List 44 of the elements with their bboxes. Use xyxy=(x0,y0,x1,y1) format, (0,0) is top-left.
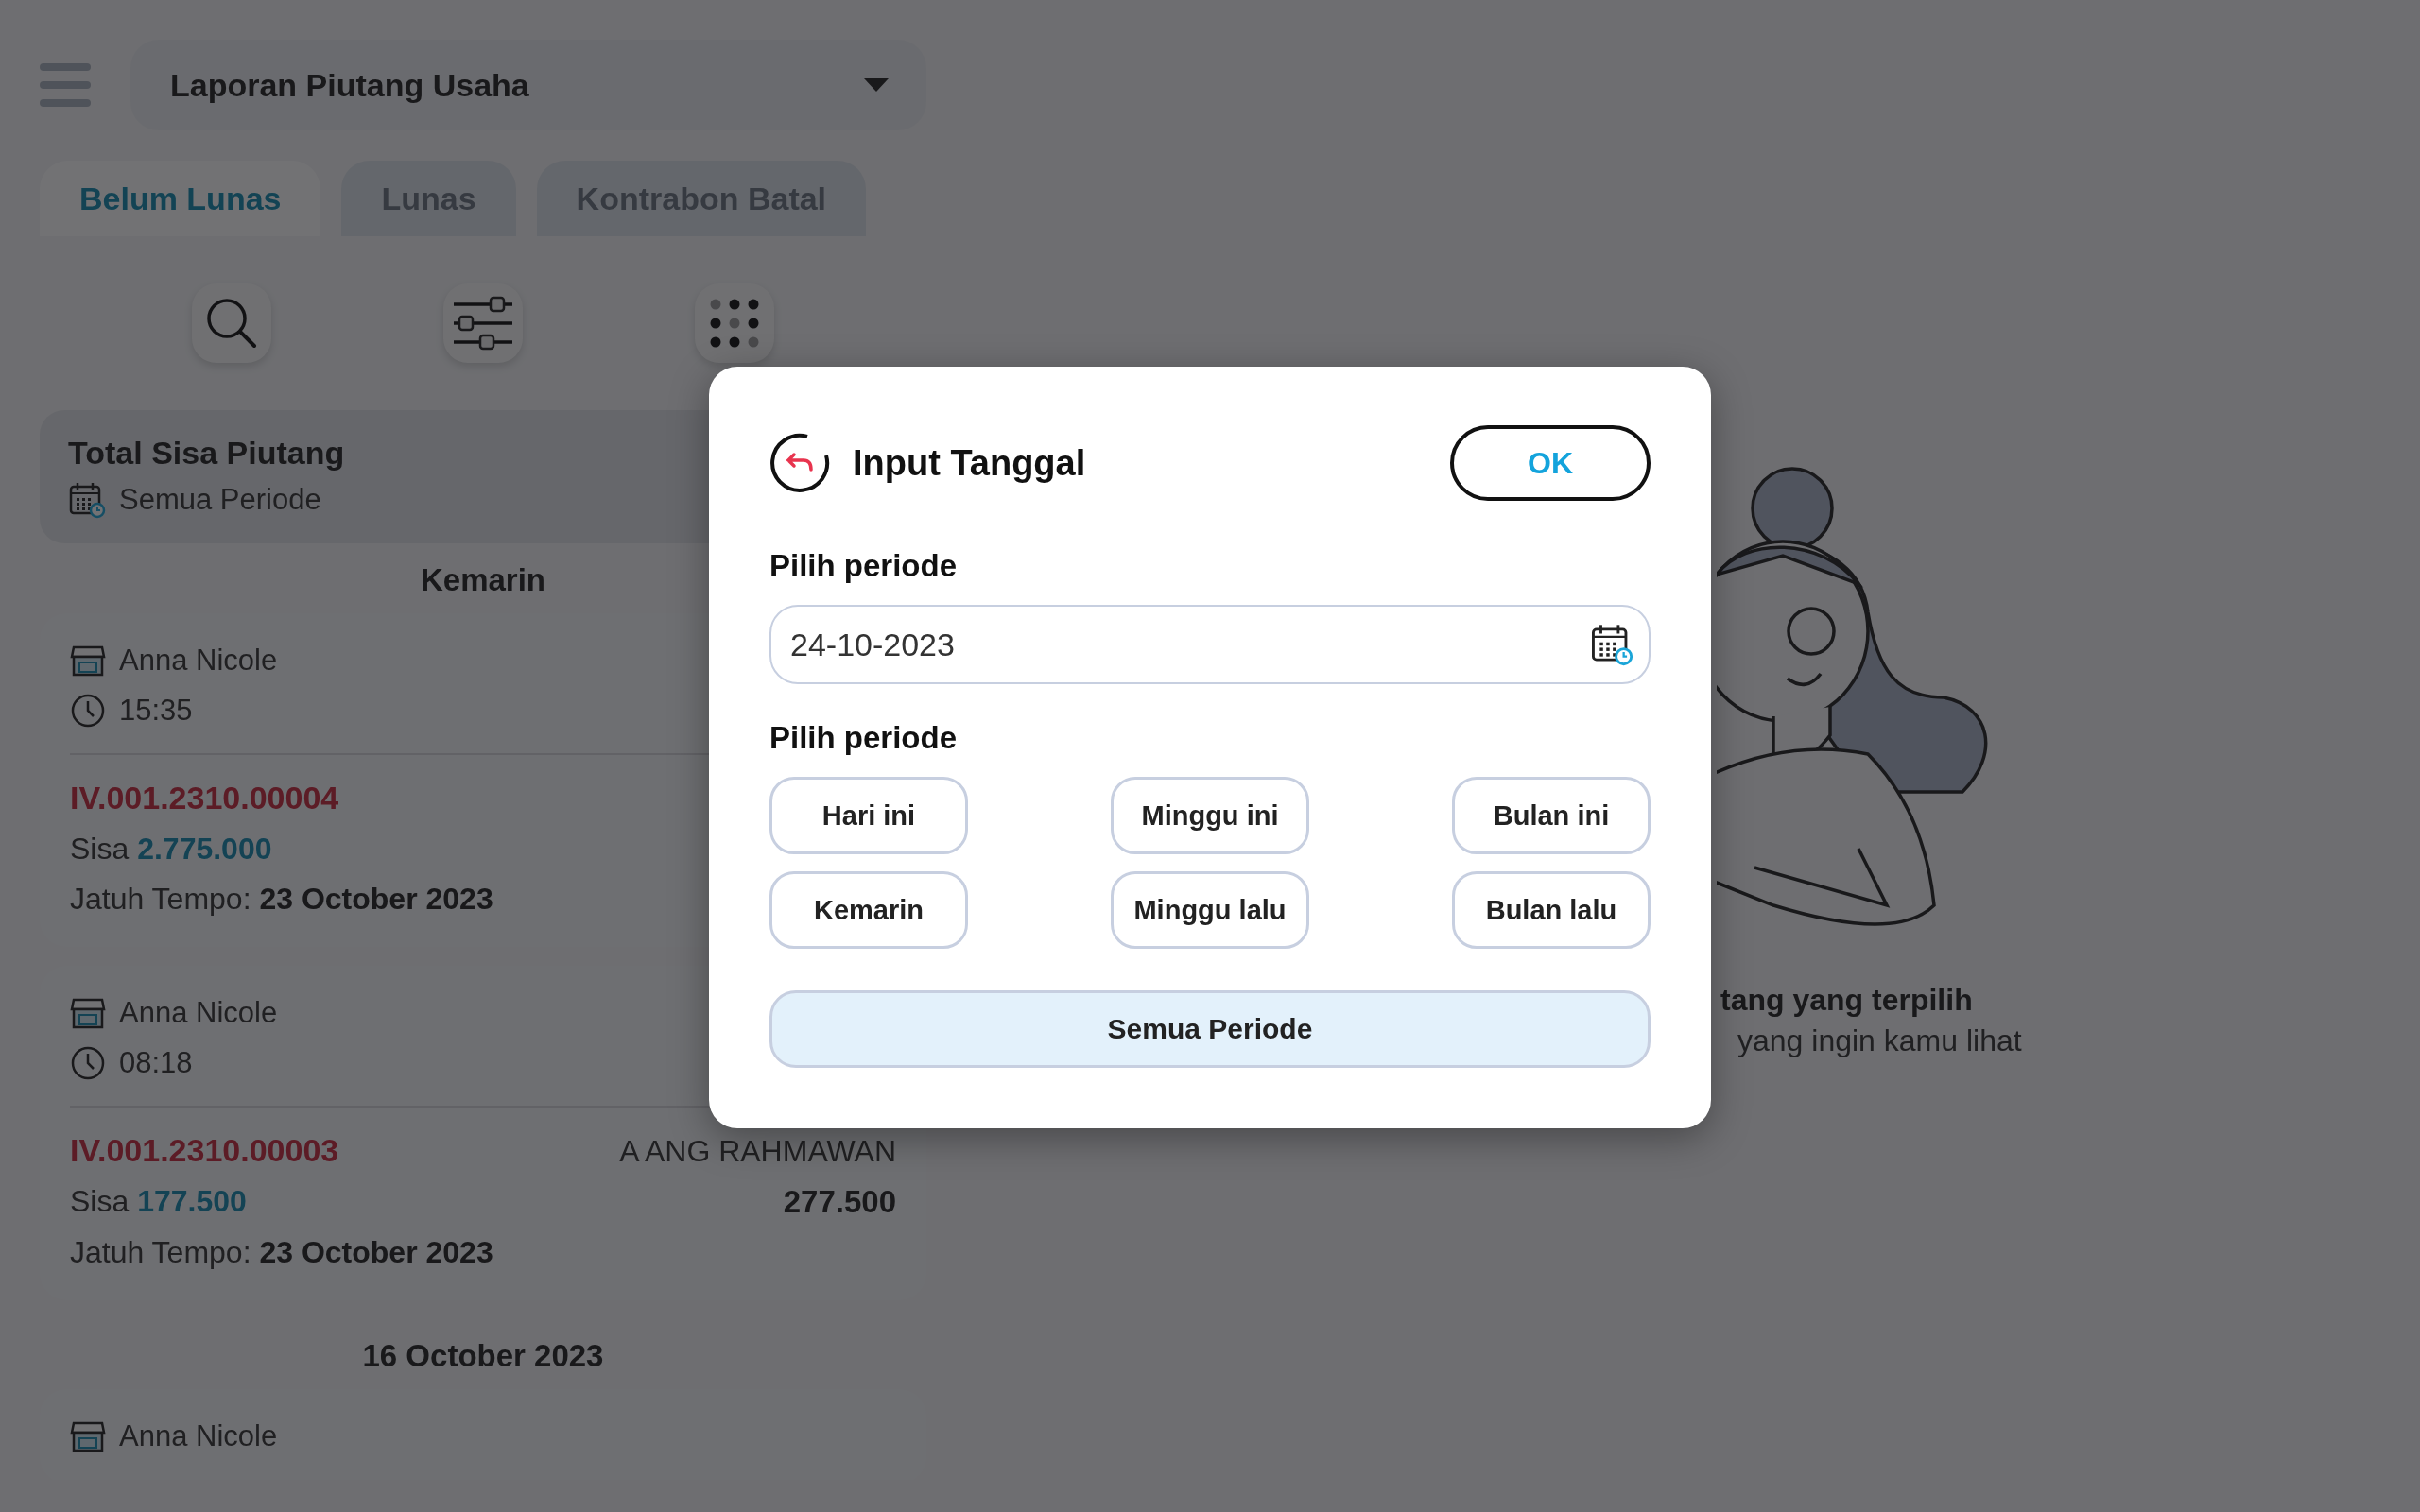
customer-name: Anna Nicole xyxy=(119,1419,278,1453)
period-preset-button[interactable]: Kemarin xyxy=(769,871,968,949)
period-preset-button[interactable]: Hari ini xyxy=(769,777,968,854)
calendar-clock-icon xyxy=(68,481,106,519)
clock-icon xyxy=(70,1045,106,1081)
all-periods-button[interactable]: Semua Periode xyxy=(769,990,1651,1068)
customer-name: Anna Nicole xyxy=(119,644,278,678)
salesperson-name: A ANG RAHMAWAN xyxy=(619,1134,896,1169)
due-date: Jatuh Tempo: 23 October 2023 xyxy=(70,882,493,917)
store-icon xyxy=(70,644,106,678)
empty-state-message: yang ingin kamu lihat xyxy=(1737,1023,2022,1058)
search-button[interactable] xyxy=(192,284,271,363)
total-amount: 277.500 xyxy=(783,1184,896,1220)
period-preset-button[interactable]: Bulan ini xyxy=(1452,777,1651,854)
summary-period: Semua Periode xyxy=(119,483,321,517)
back-arrow-icon xyxy=(769,432,832,494)
dropdown-caret-icon xyxy=(864,78,889,92)
store-icon xyxy=(70,1419,106,1453)
group-date-heading: 16 October 2023 xyxy=(362,1338,604,1374)
due-date: Jatuh Tempo: 23 October 2023 xyxy=(70,1235,493,1270)
dialog-title: Input Tanggal xyxy=(853,442,1087,484)
period-preset-button[interactable]: Minggu ini xyxy=(1111,777,1309,854)
period-preset-button[interactable]: Minggu lalu xyxy=(1111,871,1309,949)
customer-name: Anna Nicole xyxy=(119,996,278,1030)
invoice-number: IV.001.2310.00004 xyxy=(70,780,339,816)
grid-menu-button[interactable] xyxy=(695,284,774,363)
store-icon xyxy=(70,996,106,1030)
field-label: Pilih periode xyxy=(769,548,959,584)
calendar-clock-icon xyxy=(1590,623,1634,666)
remaining-amount: Sisa 177.500 xyxy=(70,1184,247,1219)
date-input-field[interactable]: 24-10-2023 xyxy=(769,605,1651,684)
entry-time: 15:35 xyxy=(119,694,193,728)
group-date-heading: Kemarin xyxy=(420,562,546,598)
invoice-number: IV.001.2310.00003 xyxy=(70,1132,339,1169)
dots-grid-icon xyxy=(708,297,761,350)
empty-state-title: tang yang terpilih xyxy=(1720,983,1973,1018)
summary-title: Total Sisa Piutang xyxy=(68,435,345,472)
clock-icon xyxy=(70,693,106,729)
period-preset-button[interactable]: Bulan lalu xyxy=(1452,871,1651,949)
back-button[interactable] xyxy=(769,432,832,494)
filter-button[interactable] xyxy=(443,284,523,363)
sliders-icon xyxy=(452,295,514,352)
entry-time: 08:18 xyxy=(119,1046,193,1080)
remaining-amount: Sisa 2.775.000 xyxy=(70,832,272,867)
